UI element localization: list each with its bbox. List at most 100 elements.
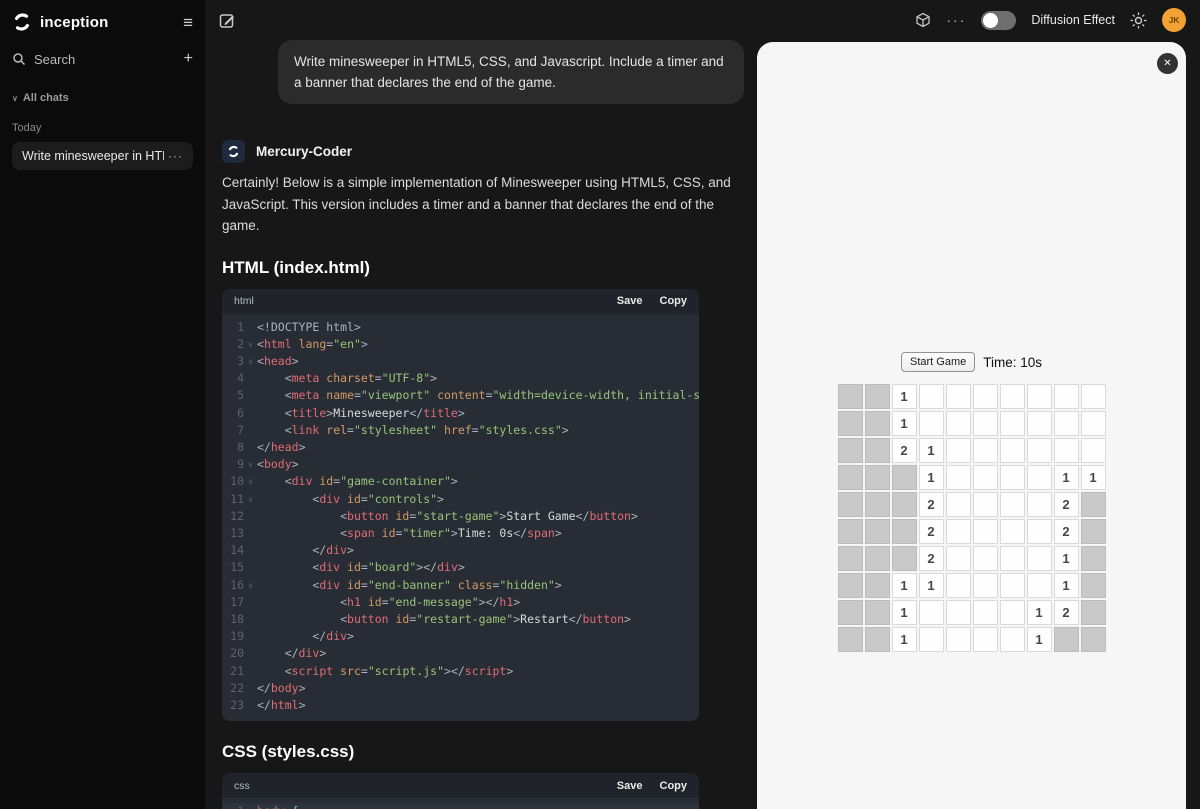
board-cell[interactable] bbox=[972, 573, 998, 598]
board-cell[interactable] bbox=[1080, 519, 1106, 544]
board-cell[interactable] bbox=[999, 600, 1025, 625]
diffusion-effect-toggle[interactable] bbox=[981, 10, 1017, 30]
board-cell[interactable] bbox=[918, 600, 944, 625]
board-cell[interactable]: 1 bbox=[918, 438, 944, 463]
board-cell[interactable] bbox=[918, 627, 944, 652]
chat-item-more-icon[interactable]: ··· bbox=[168, 149, 183, 163]
board-cell[interactable] bbox=[1026, 438, 1052, 463]
board-cell[interactable] bbox=[999, 573, 1025, 598]
board-cell[interactable] bbox=[837, 438, 863, 463]
board-cell[interactable] bbox=[945, 465, 971, 490]
board-cell[interactable] bbox=[972, 438, 998, 463]
board-cell[interactable]: 1 bbox=[918, 573, 944, 598]
start-game-button[interactable]: Start Game bbox=[900, 352, 976, 372]
board-cell[interactable] bbox=[837, 465, 863, 490]
board-cell[interactable] bbox=[1026, 492, 1052, 517]
board-cell[interactable] bbox=[891, 492, 917, 517]
board-cell[interactable]: 1 bbox=[918, 465, 944, 490]
board-cell[interactable] bbox=[945, 492, 971, 517]
board-cell[interactable] bbox=[837, 492, 863, 517]
board-cell[interactable] bbox=[1080, 384, 1106, 409]
board-cell[interactable] bbox=[1026, 519, 1052, 544]
board-cell[interactable]: 2 bbox=[1053, 600, 1079, 625]
sidebar-menu-icon[interactable]: ≡ bbox=[183, 14, 193, 31]
board-cell[interactable] bbox=[1080, 492, 1106, 517]
board-cell[interactable] bbox=[945, 411, 971, 436]
board-cell[interactable]: 2 bbox=[918, 519, 944, 544]
board-cell[interactable] bbox=[945, 384, 971, 409]
board-cell[interactable] bbox=[1026, 384, 1052, 409]
board-cell[interactable] bbox=[1026, 546, 1052, 571]
package-cube-icon[interactable] bbox=[915, 12, 931, 28]
board-cell[interactable] bbox=[864, 546, 890, 571]
board-cell[interactable] bbox=[945, 573, 971, 598]
sidebar-item-chat[interactable]: Write minesweeper in HTML5 ··· bbox=[12, 142, 193, 170]
board-cell[interactable] bbox=[864, 573, 890, 598]
board-cell[interactable] bbox=[972, 546, 998, 571]
board-cell[interactable] bbox=[972, 492, 998, 517]
board-cell[interactable] bbox=[918, 384, 944, 409]
board-cell[interactable] bbox=[999, 411, 1025, 436]
board-cell[interactable] bbox=[1053, 384, 1079, 409]
board-cell[interactable]: 2 bbox=[1053, 492, 1079, 517]
board-cell[interactable] bbox=[945, 519, 971, 544]
board-cell[interactable] bbox=[1080, 546, 1106, 571]
board-cell[interactable] bbox=[837, 573, 863, 598]
board-cell[interactable] bbox=[837, 627, 863, 652]
board-cell[interactable] bbox=[972, 519, 998, 544]
board-cell[interactable]: 1 bbox=[1053, 546, 1079, 571]
board-cell[interactable] bbox=[1026, 573, 1052, 598]
board-cell[interactable]: 1 bbox=[891, 384, 917, 409]
board-cell[interactable] bbox=[864, 600, 890, 625]
board-cell[interactable] bbox=[945, 600, 971, 625]
board-cell[interactable] bbox=[1026, 411, 1052, 436]
board-cell[interactable] bbox=[1080, 573, 1106, 598]
board-cell[interactable]: 2 bbox=[918, 492, 944, 517]
board-cell[interactable] bbox=[864, 627, 890, 652]
board-cell[interactable] bbox=[972, 411, 998, 436]
board-cell[interactable] bbox=[864, 492, 890, 517]
board-cell[interactable] bbox=[837, 546, 863, 571]
board-cell[interactable]: 1 bbox=[891, 411, 917, 436]
board-cell[interactable] bbox=[945, 438, 971, 463]
board-cell[interactable] bbox=[999, 438, 1025, 463]
board-cell[interactable] bbox=[999, 519, 1025, 544]
board-cell[interactable]: 1 bbox=[891, 573, 917, 598]
fold-toggle-icon[interactable]: ∨ bbox=[244, 577, 257, 594]
close-icon[interactable]: ✕ bbox=[1157, 53, 1178, 74]
board-cell[interactable] bbox=[999, 384, 1025, 409]
board-cell[interactable] bbox=[1080, 627, 1106, 652]
new-chat-button[interactable]: + bbox=[184, 50, 193, 68]
board-cell[interactable] bbox=[837, 600, 863, 625]
board-cell[interactable] bbox=[891, 546, 917, 571]
save-button[interactable]: Save bbox=[617, 780, 643, 792]
board-cell[interactable] bbox=[972, 627, 998, 652]
board-cell[interactable] bbox=[999, 492, 1025, 517]
board-cell[interactable]: 1 bbox=[1053, 465, 1079, 490]
board-cell[interactable] bbox=[837, 519, 863, 544]
board-cell[interactable] bbox=[1053, 411, 1079, 436]
theme-sun-icon[interactable] bbox=[1130, 12, 1147, 29]
board-cell[interactable]: 2 bbox=[891, 438, 917, 463]
board-cell[interactable]: 1 bbox=[891, 627, 917, 652]
board-cell[interactable] bbox=[864, 384, 890, 409]
copy-button[interactable]: Copy bbox=[660, 295, 688, 307]
fold-toggle-icon[interactable]: ∨ bbox=[244, 336, 257, 353]
save-button[interactable]: Save bbox=[617, 295, 643, 307]
board-cell[interactable]: 1 bbox=[1053, 573, 1079, 598]
board-cell[interactable] bbox=[1053, 438, 1079, 463]
board-cell[interactable]: 2 bbox=[1053, 519, 1079, 544]
board-cell[interactable] bbox=[1080, 438, 1106, 463]
board-cell[interactable] bbox=[945, 546, 971, 571]
fold-toggle-icon[interactable]: ∨ bbox=[244, 456, 257, 473]
board-cell[interactable]: 1 bbox=[1026, 627, 1052, 652]
board-cell[interactable] bbox=[864, 465, 890, 490]
board-cell[interactable] bbox=[972, 600, 998, 625]
all-chats-toggle[interactable]: ∨ All chats bbox=[12, 92, 193, 104]
board-cell[interactable] bbox=[891, 519, 917, 544]
board-cell[interactable] bbox=[1080, 411, 1106, 436]
board-cell[interactable] bbox=[1080, 600, 1106, 625]
board-cell[interactable] bbox=[972, 465, 998, 490]
board-cell[interactable] bbox=[864, 519, 890, 544]
board-cell[interactable] bbox=[999, 546, 1025, 571]
